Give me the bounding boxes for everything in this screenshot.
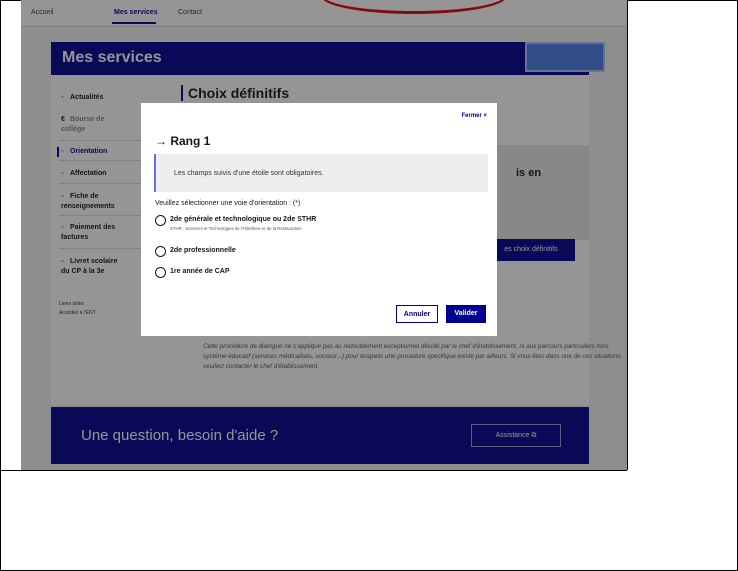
divider-horizontal — [0, 470, 627, 471]
option-hint: STHR : Sciences et Technologies de l'Hôt… — [170, 226, 302, 231]
modal-title: → Rang 1 — [155, 134, 211, 148]
required-notice-text: Les champs suivis d'une étoile sont obli… — [174, 170, 324, 177]
radio-button[interactable] — [155, 246, 166, 257]
validate-button[interactable]: Valider — [446, 305, 486, 323]
radio-button[interactable] — [155, 267, 166, 278]
close-button[interactable]: Fermer × — [461, 113, 487, 119]
radio-legend: Veuillez sélectionner une voie d'orienta… — [155, 200, 301, 207]
cancel-button[interactable]: Annuler — [396, 305, 438, 323]
required-notice: Les champs suivis d'une étoile sont obli… — [154, 154, 488, 192]
divider-vertical — [627, 0, 628, 470]
radio-button[interactable] — [155, 215, 166, 226]
option-label: 2de générale et technologique ou 2de STH… — [170, 216, 317, 223]
option-label: 1re année de CAP — [170, 268, 230, 275]
option-label: 2de professionnelle — [170, 247, 236, 254]
orientation-modal: Fermer × → Rang 1 Les champs suivis d'un… — [141, 103, 497, 336]
